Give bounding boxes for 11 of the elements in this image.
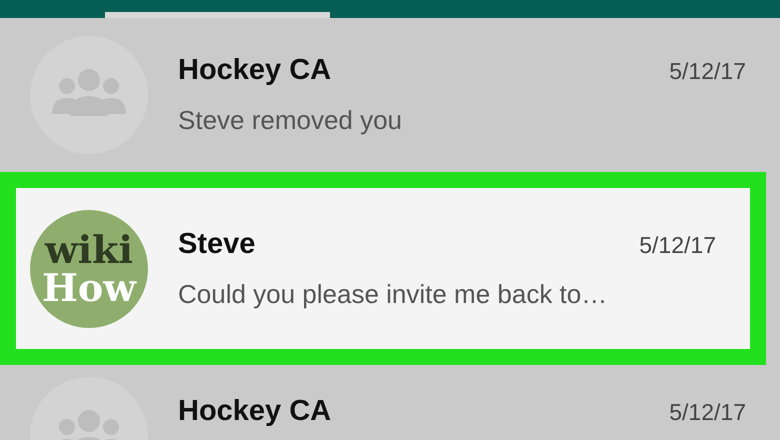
chat-name: Hockey CA <box>178 395 332 428</box>
message-preview: Steve removed you <box>178 105 404 136</box>
chat-name: Steve <box>178 228 256 260</box>
chat-date: 5/12/17 <box>669 58 747 85</box>
chat-row[interactable]: wiki How Steve 5/12/17 Could you please invite me back to… <box>0 172 766 365</box>
chat-name: Hockey CA <box>178 54 332 87</box>
chat-date: 5/12/17 <box>669 399 747 426</box>
avatar-text: How <box>42 268 136 306</box>
chat-date: 5/12/17 <box>639 232 717 258</box>
avatar-text: wiki <box>45 230 133 268</box>
message-preview: Could you please invite me back to… <box>178 278 608 310</box>
